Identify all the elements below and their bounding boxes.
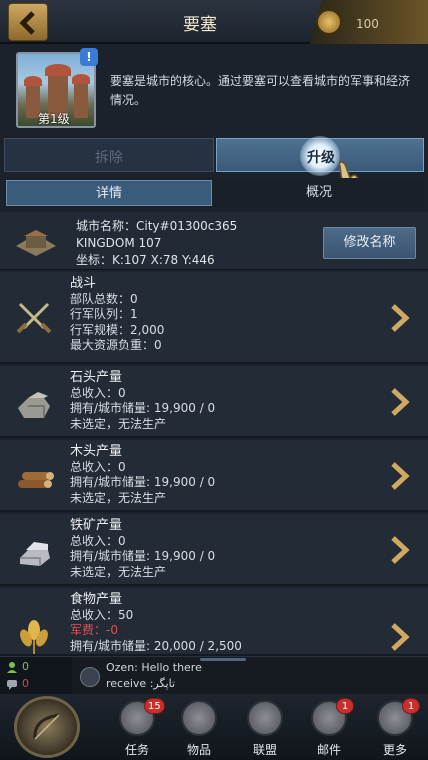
coin-value: 100 — [356, 17, 379, 31]
iron-line: 总收入：0 — [70, 533, 126, 548]
nav-label: 邮件 — [316, 743, 341, 757]
demolish-label: 拆除 — [95, 150, 123, 166]
bow-icon — [33, 713, 60, 740]
wood-logs-icon — [18, 472, 54, 488]
coin-icon — [316, 9, 342, 35]
quest-badge: 15 — [144, 698, 165, 714]
chevron-right-icon[interactable] — [388, 535, 412, 565]
iron-ingot-icon — [20, 542, 50, 566]
food-title: 食物产量 — [70, 592, 123, 607]
nav-label: 更多 — [382, 743, 407, 757]
rename-button[interactable]: 修改名称 — [323, 227, 416, 259]
scroll-indicator — [200, 658, 246, 661]
iron-line: 未选定，无法生产 — [70, 564, 167, 579]
chevron-right-icon[interactable] — [388, 622, 412, 652]
stone-text: 石头产量 总收入：0 拥有/城市储量: 19,900 / 0 未选定，无法生产 — [70, 370, 215, 432]
back-button[interactable] — [8, 3, 48, 41]
fortress-level: 第1级 — [38, 112, 70, 126]
city-name: 城市名称：City#01300c365 — [76, 219, 238, 233]
stone-line: 拥有/城市储量: 19,900 / 0 — [70, 401, 216, 415]
fortress-description: 要塞是城市的核心。通过要塞可以查看城市的军事和经济情况。 — [110, 74, 411, 107]
player-icon — [7, 662, 17, 673]
nav-more[interactable]: 1 更多 — [370, 698, 420, 758]
battle-line: 行军队列：1 — [70, 307, 138, 321]
info-icon[interactable]: ! — [80, 48, 98, 66]
tab-details[interactable]: 详情 — [6, 180, 212, 206]
battle-line: 行军规模：2,000 — [70, 322, 165, 337]
chevron-right-icon[interactable] — [388, 303, 412, 333]
battle-title: 战斗 — [70, 276, 97, 291]
food-section[interactable]: 食物产量 总收入：50 军费：-0 拥有/城市储量: 20,000 / 2,50… — [0, 588, 428, 656]
chevron-right-icon[interactable] — [388, 461, 412, 491]
nav-label: 任务 — [124, 743, 149, 757]
battle-line: 部队总数：0 — [70, 291, 138, 306]
stone-title: 石头产量 — [70, 370, 123, 385]
battle-line: 最大资源负重：0 — [70, 338, 162, 352]
chat-message: receive :تاپگر — [106, 677, 176, 690]
stone-icon — [18, 392, 50, 418]
alliance-icon — [247, 700, 283, 736]
unread-count: 0 — [22, 677, 29, 690]
wood-line: 拥有/城市储量: 19,900 / 0 — [70, 475, 216, 489]
items-icon — [181, 700, 217, 736]
wood-text: 木头产量 总收入：0 拥有/城市储量: 19,900 / 0 未选定，无法生产 — [70, 444, 215, 506]
world-map-button[interactable] — [14, 696, 80, 758]
crossed-swords-icon — [16, 302, 52, 334]
nav-items[interactable]: 物品 — [174, 700, 224, 758]
chat-avatar — [80, 667, 100, 687]
tab-bar: 详情 概况 — [4, 178, 424, 208]
wheat-icon — [20, 620, 48, 654]
wood-line: 未选定，无法生产 — [70, 490, 167, 505]
back-arrow-icon — [19, 11, 35, 35]
food-line: 拥有/城市储量: 20,000 / 2,500 — [70, 638, 242, 653]
city-details: 城市名称：City#01300c365 KINGDOM 107 坐标：K:107… — [76, 218, 237, 269]
food-line-upkeep: 军费：-0 — [70, 623, 118, 637]
chat-counters: 0 0 — [0, 657, 72, 695]
nav-quests[interactable]: 15 任务 — [112, 698, 165, 758]
battle-text: 战斗 部队总数：0 行军队列：1 行军规模：2,000 最大资源负重：0 — [70, 276, 164, 354]
page-title: 要塞 — [183, 15, 217, 35]
city-icon — [16, 230, 56, 256]
iron-text: 铁矿产量 总收入：0 拥有/城市储量: 19,900 / 0 未选定，无法生产 — [70, 518, 215, 580]
stone-line: 未选定，无法生产 — [70, 416, 167, 431]
iron-title: 铁矿产量 — [70, 518, 123, 533]
stone-line: 总收入：0 — [70, 385, 126, 400]
iron-line: 拥有/城市储量: 19,900 / 0 — [70, 549, 216, 563]
city-kingdom: KINGDOM 107 — [76, 236, 162, 250]
food-text: 食物产量 总收入：50 军费：-0 拥有/城市储量: 20,000 / 2,50… — [70, 592, 242, 654]
mail-badge: 1 — [336, 698, 354, 714]
chat-message: Ozen: Hello there — [106, 661, 202, 674]
battle-section[interactable]: 战斗 部队总数：0 行军队列：1 行军规模：2,000 最大资源负重：0 — [0, 272, 428, 364]
nav-mail[interactable]: 1 邮件 — [304, 698, 354, 758]
food-line: 总收入：50 — [70, 607, 134, 622]
iron-section[interactable]: 铁矿产量 总收入：0 拥有/城市储量: 19,900 / 0 未选定，无法生产 — [0, 514, 428, 586]
tab-overview[interactable]: 概况 — [216, 180, 422, 206]
stone-section[interactable]: 石头产量 总收入：0 拥有/城市储量: 19,900 / 0 未选定，无法生产 — [0, 366, 428, 438]
online-count: 0 — [22, 660, 29, 673]
nav-label: 物品 — [186, 743, 211, 757]
chat-bar[interactable]: 0 0 Ozen: Hello there receive :تاپگر — [0, 656, 428, 695]
wood-title: 木头产量 — [70, 444, 123, 459]
demolish-button[interactable]: 拆除 — [4, 138, 214, 172]
chevron-right-icon[interactable] — [388, 387, 412, 417]
wood-section[interactable]: 木头产量 总收入：0 拥有/城市储量: 19,900 / 0 未选定，无法生产 — [0, 440, 428, 512]
more-badge: 1 — [402, 698, 420, 714]
chat-bubble-icon — [7, 680, 17, 690]
nav-alliance[interactable]: 联盟 — [240, 700, 290, 758]
nav-label: 联盟 — [252, 743, 277, 757]
wood-line: 总收入：0 — [70, 459, 126, 474]
city-coordinates[interactable]: 坐标：K:107 X:78 Y:446 — [76, 252, 237, 269]
